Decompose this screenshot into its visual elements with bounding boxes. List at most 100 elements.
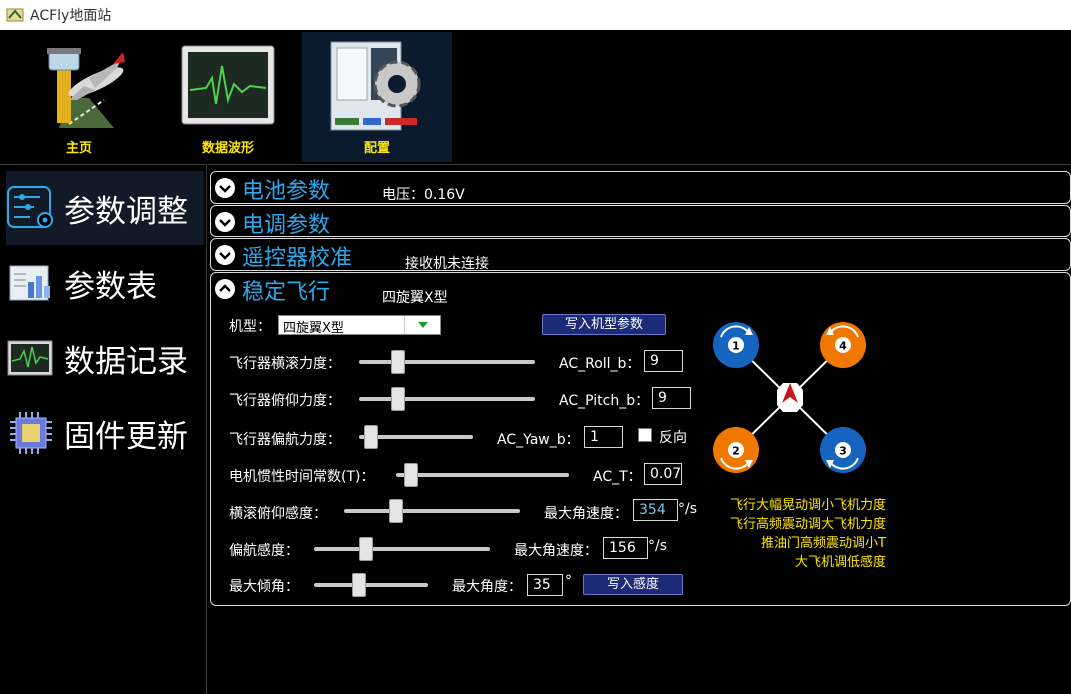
app-logo-icon <box>6 8 24 22</box>
chip-icon <box>10 412 52 454</box>
roll-pitch-rate-unit: °/s <box>678 501 698 517</box>
stable-flight-section: 稳定飞行 四旋翼X型 机型： 四旋翼X型 写入机型参数 飞行器横滚力度： AC_… <box>210 272 1071 606</box>
chevron-down-icon[interactable] <box>215 178 235 198</box>
roll-pitch-max-rate-label: 最大角速度： <box>544 506 628 522</box>
roll-pitch-max-rate-input[interactable]: 354 <box>633 499 678 521</box>
max-tilt-slider[interactable] <box>314 573 428 597</box>
nav-label-parameter-table: 参数表 <box>64 268 157 305</box>
nav-label-firmware-update: 固件更新 <box>64 418 188 455</box>
write-sensitivity-button[interactable]: 写入感度 <box>583 574 683 595</box>
pitch-strength-slider[interactable] <box>359 387 535 411</box>
slider-track <box>314 583 428 587</box>
toolbar-home-label: 主页 <box>65 141 92 156</box>
nav-label-parameter-tuning: 参数调整 <box>64 193 188 230</box>
max-tilt-label: 最大倾角： <box>229 579 299 595</box>
window-titlebar: ACFly地面站 <box>0 0 1071 30</box>
pitch-strength-label: 飞行器俯仰力度： <box>229 393 341 409</box>
yaw-max-rate-label: 最大角速度： <box>514 543 598 559</box>
slider-track <box>359 397 535 401</box>
gear-config-icon <box>330 41 421 131</box>
rc-calibration-section: 遥控器校准 接收机未连接 <box>210 238 1071 272</box>
toolbar-config-button[interactable]: 配置 <box>302 32 452 162</box>
motor-4-number: 4 <box>839 340 847 353</box>
yaw-strength-label: 飞行器偏航力度： <box>229 432 341 448</box>
stable-section-header[interactable]: 稳定飞行 四旋翼X型 <box>211 273 1070 306</box>
slider-track <box>359 360 535 364</box>
tip-line-4: 大飞机调低感度 <box>794 555 886 570</box>
motor-2-number: 2 <box>732 445 740 458</box>
nav-item-parameter-table[interactable]: 参数表 <box>6 246 204 320</box>
chevron-down-icon[interactable] <box>215 245 235 265</box>
motor-time-constant-slider[interactable] <box>396 463 569 487</box>
esc-section-header[interactable]: 电调参数 <box>211 206 1070 238</box>
battery-section: 电池参数 电压：0.16V <box>210 171 1071 204</box>
yaw-max-rate-input[interactable]: 156 <box>603 537 648 559</box>
roll-param-input[interactable]: 9 <box>644 350 683 372</box>
quad-x-diagram: 1 4 2 3 <box>713 322 866 473</box>
yaw-param-input[interactable]: 1 <box>584 426 623 448</box>
nav-item-parameter-tuning[interactable]: 参数调整 <box>6 171 204 245</box>
chevron-down-icon[interactable] <box>215 212 235 232</box>
motor-2-icon: 2 <box>713 427 759 473</box>
airframe-select-value: 四旋翼X型 <box>283 321 344 336</box>
max-angle-unit: ° <box>565 573 572 589</box>
main-panel: 电池参数 电压：0.16V 电调参数 遥控器校准 接收机未连接 稳定飞行 四旋翼… <box>208 164 1071 694</box>
motor-3-number: 3 <box>839 445 847 458</box>
parameter-sliders-icon <box>7 186 53 228</box>
esc-section: 电调参数 <box>210 205 1071 238</box>
write-airframe-button[interactable]: 写入机型参数 <box>542 314 666 335</box>
esc-section-title: 电调参数 <box>242 213 331 238</box>
roll-strength-slider[interactable] <box>359 350 535 374</box>
tip-line-1: 飞行大幅晃动调小飞机力度 <box>729 498 886 513</box>
airframe-select[interactable]: 四旋翼X型 <box>278 315 441 336</box>
slider-thumb[interactable] <box>364 425 378 449</box>
pitch-param-input[interactable]: 9 <box>652 387 691 409</box>
yaw-param-label: AC_Yaw_b： <box>497 432 580 448</box>
slider-thumb[interactable] <box>391 387 405 411</box>
slider-thumb[interactable] <box>352 573 366 597</box>
frame-center-arrow-icon <box>777 383 803 412</box>
battery-voltage: 电压：0.16V <box>382 187 465 203</box>
slider-thumb[interactable] <box>391 350 405 374</box>
nav-item-firmware-update[interactable]: 固件更新 <box>6 396 204 470</box>
toolbar-config-label: 配置 <box>363 141 390 156</box>
slider-thumb[interactable] <box>359 537 373 561</box>
toolbar-home-button[interactable]: 主页 <box>4 32 154 162</box>
reverse-label: 反向 <box>659 430 687 446</box>
battery-section-header[interactable]: 电池参数 电压：0.16V <box>211 172 1070 204</box>
data-log-icon <box>7 340 53 376</box>
max-angle-label: 最大角度： <box>452 579 522 595</box>
roll-strength-label: 飞行器横滚力度： <box>229 356 341 372</box>
airport-tower-icon <box>47 48 125 128</box>
roll-pitch-sensitivity-label: 横滚俯仰感度： <box>229 506 327 522</box>
roll-param-label: AC_Roll_b： <box>559 356 641 372</box>
motor-t-param-input[interactable]: 0.07 <box>644 463 682 485</box>
toolbar-waveform-label: 数据波形 <box>201 141 254 156</box>
reverse-checkbox[interactable] <box>638 428 652 442</box>
chevron-up-icon[interactable] <box>215 279 235 299</box>
pitch-param-label: AC_Pitch_b： <box>559 393 650 409</box>
slider-thumb[interactable] <box>404 463 418 487</box>
toolbar-waveform-button[interactable]: 数据波形 <box>153 32 303 162</box>
motor-4-icon: 4 <box>820 322 866 368</box>
tip-line-2: 飞行高频震动调大飞机力度 <box>729 517 886 532</box>
waveform-monitor-icon <box>181 45 275 125</box>
top-toolbar: 主页 数据波形 配置 <box>0 30 1071 164</box>
motor-time-constant-label: 电机惯性时间常数(T)： <box>229 469 375 485</box>
yaw-rate-unit: °/s <box>648 538 668 554</box>
motor-1-icon: 1 <box>713 322 759 368</box>
window-title: ACFly地面站 <box>30 8 112 24</box>
slider-track <box>314 547 490 551</box>
yaw-sensitivity-slider[interactable] <box>314 537 490 561</box>
rc-section-title: 遥控器校准 <box>242 246 353 271</box>
stable-section-title: 稳定飞行 <box>242 280 331 305</box>
max-angle-input[interactable]: 35 <box>527 574 563 596</box>
slider-thumb[interactable] <box>389 499 403 523</box>
dropdown-arrow-icon[interactable] <box>404 316 440 334</box>
nav-item-data-log[interactable]: 数据记录 <box>6 321 204 395</box>
rc-section-header[interactable]: 遥控器校准 接收机未连接 <box>211 239 1070 272</box>
airframe-info: 四旋翼X型 <box>382 290 448 306</box>
yaw-strength-slider[interactable] <box>359 425 473 449</box>
roll-pitch-sensitivity-slider[interactable] <box>344 499 520 523</box>
bar-table-icon <box>9 265 50 301</box>
